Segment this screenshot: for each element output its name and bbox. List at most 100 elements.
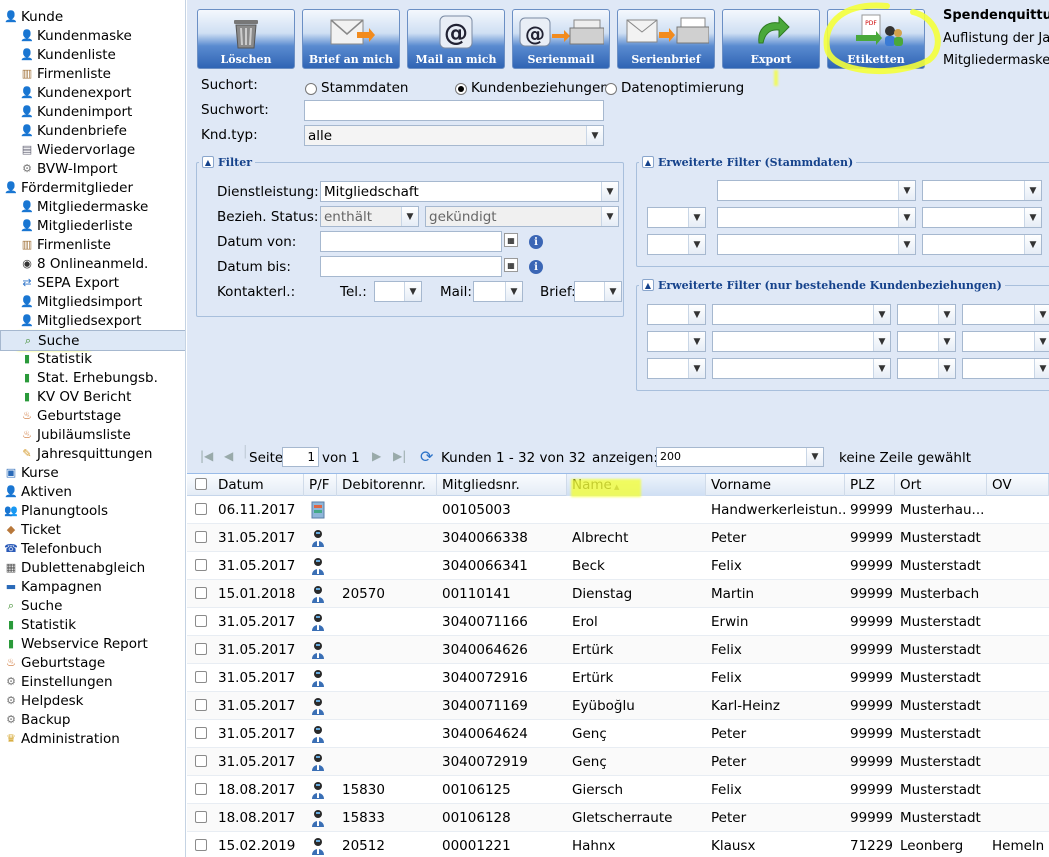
sidebar-item-mitgliedermaske[interactable]: 👤 Mitgliedermaske <box>0 197 185 216</box>
sidebar-item-kunde[interactable]: 👤 Kunde <box>0 7 185 26</box>
ext2-field-select[interactable]: ▼ <box>712 331 891 352</box>
letter-to-me-button[interactable]: Brief an mich <box>302 9 400 69</box>
sidebar-item-kundenliste[interactable]: 👤 Kundenliste <box>0 45 185 64</box>
sidebar-item-einstellungen[interactable]: ⚙ Einstellungen <box>0 672 185 691</box>
table-row[interactable]: 31.05.2017 3040072916 Ertürk Felix 99999 Must… <box>187 664 1049 692</box>
ext2-value-select[interactable]: ▼ <box>962 304 1049 325</box>
dienstleistung-select[interactable]: Mitgliedschaft ▼ <box>320 181 619 202</box>
column-header-vorname[interactable]: Vorname <box>706 474 845 496</box>
row-checkbox[interactable] <box>195 531 207 543</box>
mail-to-me-button[interactable]: @ Mail an mich <box>407 9 505 69</box>
column-header-datum[interactable]: Datum <box>213 474 304 496</box>
table-row[interactable]: 31.05.2017 3040071166 Erol Erwin 99999 Muster… <box>187 608 1049 636</box>
table-row[interactable]: 06.11.2017 00105003 Handwerkerleistun... 99… <box>187 496 1049 524</box>
sidebar-item-planungtools[interactable]: 👥 Planungtools <box>0 501 185 520</box>
info-icon[interactable]: i <box>529 260 543 274</box>
sidebar-item-telefonbuch[interactable]: ☎ Telefonbuch <box>0 539 185 558</box>
table-row[interactable]: 31.05.2017 3040071169 Eyüboğlu Karl-Heinz 99… <box>187 692 1049 720</box>
export-button[interactable]: Export <box>722 9 820 69</box>
brief-select[interactable]: ▼ <box>574 281 622 302</box>
kndtyp-select[interactable]: alle ▼ <box>304 125 604 146</box>
sidebar-item-sepa-export[interactable]: ⇄ SEPA Export <box>0 273 185 292</box>
sidebar-item-jubiläumsliste[interactable]: ♨ Jubiläumsliste <box>0 425 185 444</box>
datum-bis-input[interactable] <box>320 256 502 277</box>
sidebar-item-ticket[interactable]: ◆ Ticket <box>0 520 185 539</box>
ext2-field-select[interactable]: ▼ <box>712 304 891 325</box>
column-header-plz[interactable]: PLZ <box>845 474 895 496</box>
row-checkbox[interactable] <box>195 755 207 767</box>
table-row[interactable]: 18.08.2017 15830 00106125 Giersch Felix 99999… <box>187 776 1049 804</box>
next-page-icon[interactable]: ▶ <box>372 449 381 463</box>
sidebar-item-mitgliederliste[interactable]: 👤 Mitgliederliste <box>0 216 185 235</box>
radio-stammdaten[interactable] <box>305 83 317 95</box>
radio-datenoptimierung[interactable] <box>605 83 617 95</box>
row-checkbox[interactable] <box>195 671 207 683</box>
sidebar-item-mitgliedsexport[interactable]: 👤 Mitgliedsexport <box>0 311 185 330</box>
sidebar-item-suche[interactable]: ⌕ Suche <box>0 330 185 351</box>
sidebar-item-wiedervorlage[interactable]: ▤ Wiedervorlage <box>0 140 185 159</box>
table-row[interactable]: 31.05.2017 3040064624 Genç Peter 99999 Muster… <box>187 720 1049 748</box>
prev-page-icon[interactable]: ◀ <box>224 449 233 463</box>
ext-value-select[interactable]: ▼ <box>922 207 1042 228</box>
status-value-select[interactable]: gekündigt ▼ <box>425 206 619 227</box>
ext-field-select[interactable]: ▼ <box>717 180 916 201</box>
sidebar-item-kurse[interactable]: ▣ Kurse <box>0 463 185 482</box>
sidebar-item-bvw-import[interactable]: ⚙ BVW-Import <box>0 159 185 178</box>
sidebar-item-fördermitglieder[interactable]: 👤 Fördermitglieder <box>0 178 185 197</box>
column-header-mitgliedsnr-[interactable]: Mitgliedsnr. <box>437 474 567 496</box>
sidebar-item-geburtstage[interactable]: ♨ Geburtstage <box>0 406 185 425</box>
serienbrief-button[interactable]: Serienbrief <box>617 9 715 69</box>
sidebar-item-kv-ov-bericht[interactable]: ▮ KV OV Bericht <box>0 387 185 406</box>
ext-bracket-select[interactable]: ▼ <box>647 234 706 255</box>
ext-value-select[interactable]: ▼ <box>922 234 1042 255</box>
column-header-debitorennr-[interactable]: Debitorennr. <box>337 474 437 496</box>
ext-bracket-select[interactable]: ▼ <box>647 207 706 228</box>
sidebar-item-kundenbriefe[interactable]: 👤 Kundenbriefe <box>0 121 185 140</box>
row-checkbox[interactable] <box>195 783 207 795</box>
calendar-icon[interactable]: ▦ <box>504 233 518 247</box>
suchwort-input[interactable] <box>304 100 604 121</box>
last-page-icon[interactable]: ▶| <box>393 449 406 463</box>
table-row[interactable]: 15.01.2018 20570 00110141 Dienstag Martin 999… <box>187 580 1049 608</box>
sidebar-item-stat-erhebungsb[interactable]: ▮ Stat. Erhebungsb. <box>0 368 185 387</box>
ext-field-select[interactable]: ▼ <box>717 234 916 255</box>
table-row[interactable]: 31.05.2017 3040064626 Ertürk Felix 99999 Must… <box>187 636 1049 664</box>
tel-select[interactable]: ▼ <box>374 281 422 302</box>
row-checkbox[interactable] <box>195 503 207 515</box>
sidebar-item-webservice-report[interactable]: ▮ Webservice Report <box>0 634 185 653</box>
page-input[interactable]: 1 <box>282 447 319 467</box>
sidebar-item-kampagnen[interactable]: ▬ Kampagnen <box>0 577 185 596</box>
table-row[interactable]: 18.08.2017 15833 00106128 Gletscherraute Pet… <box>187 804 1049 832</box>
radio-kundenbeziehungen[interactable] <box>455 83 467 95</box>
ext-value-select[interactable]: ▼ <box>922 180 1042 201</box>
ext2-bracket-select[interactable]: ▼ <box>647 331 706 352</box>
ext-filter2-legend[interactable]: ▲ Erweiterte Filter (nur bestehende Kunde… <box>639 277 1005 293</box>
row-checkbox[interactable] <box>195 727 207 739</box>
refresh-icon[interactable]: ⟳ <box>420 447 433 466</box>
row-checkbox[interactable] <box>195 643 207 655</box>
status-operator-select[interactable]: enthält ▼ <box>320 206 419 227</box>
sidebar-item-8-onlineanmeld[interactable]: ◉ 8 Onlineanmeld. <box>0 254 185 273</box>
ext2-value-select[interactable]: ▼ <box>962 331 1049 352</box>
sidebar-item-kundenmaske[interactable]: 👤 Kundenmaske <box>0 26 185 45</box>
ext2-value-select[interactable]: ▼ <box>962 358 1049 379</box>
datum-von-input[interactable] <box>320 231 502 252</box>
ext-filter-legend[interactable]: ▲ Erweiterte Filter (Stammdaten) <box>639 154 857 170</box>
ext-field-select[interactable]: ▼ <box>717 207 916 228</box>
first-page-icon[interactable]: |◀ <box>200 449 213 463</box>
sidebar-item-firmenliste[interactable]: ▥ Firmenliste <box>0 64 185 83</box>
row-checkbox[interactable] <box>195 839 207 851</box>
sidebar-item-firmenliste[interactable]: ▥ Firmenliste <box>0 235 185 254</box>
row-checkbox[interactable] <box>195 615 207 627</box>
sidebar-item-kundenexport[interactable]: 👤 Kundenexport <box>0 83 185 102</box>
serienmail-button[interactable]: @ Serienmail <box>512 9 610 69</box>
sidebar-item-aktiven[interactable]: 👤 Aktiven <box>0 482 185 501</box>
sidebar-item-geburtstage[interactable]: ♨ Geburtstage <box>0 653 185 672</box>
ext2-op-select[interactable]: ▼ <box>897 304 956 325</box>
ext2-field-select[interactable]: ▼ <box>712 358 891 379</box>
table-row[interactable]: 15.02.2019 20512 00001221 Hahnx Klausx 71229 L… <box>187 832 1049 857</box>
sidebar-item-jahresquittungen[interactable]: ✎ Jahresquittungen <box>0 444 185 463</box>
table-row[interactable]: 31.05.2017 3040066341 Beck Felix 99999 Muster… <box>187 552 1049 580</box>
ext2-bracket-select[interactable]: ▼ <box>647 358 706 379</box>
row-checkbox[interactable] <box>195 559 207 571</box>
